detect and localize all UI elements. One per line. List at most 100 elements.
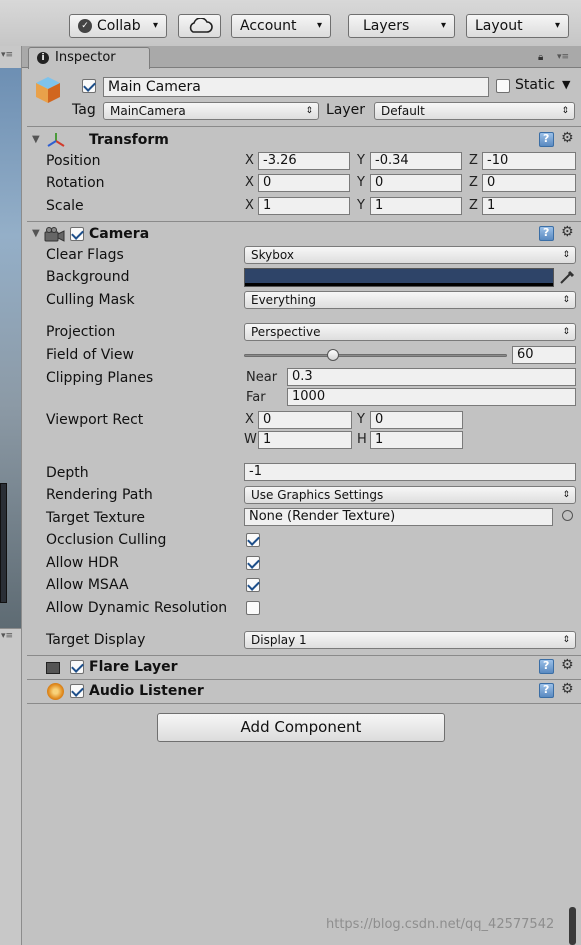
eyedropper-icon[interactable] [558, 268, 576, 286]
transform-title[interactable]: Transform [89, 132, 169, 148]
axis-x-label[interactable]: X [245, 175, 254, 190]
scale-x-field[interactable]: 1 [258, 197, 350, 215]
projection-dropdown[interactable]: Perspective ⇕ [244, 323, 576, 341]
axis-y-label[interactable]: Y [357, 198, 365, 213]
help-icon[interactable] [539, 659, 554, 674]
foldout-arrow-icon[interactable]: ▼ [32, 228, 40, 239]
axis-x-label[interactable]: X [245, 198, 254, 213]
panel-menu-icon[interactable]: ▾≡ [557, 52, 569, 62]
rotation-x-field[interactable]: 0 [258, 174, 350, 192]
axis-x-label[interactable]: X [245, 153, 254, 168]
alpha-bar [245, 283, 553, 286]
viewport-w-field[interactable]: 1 [258, 431, 352, 449]
static-checkbox[interactable] [496, 79, 510, 93]
gear-icon[interactable]: ⚙ [561, 224, 574, 240]
help-icon[interactable] [539, 132, 554, 147]
object-name-field[interactable]: Main Camera [103, 77, 489, 97]
fov-field[interactable]: 60 [512, 346, 576, 364]
far-label[interactable]: Far [246, 390, 266, 405]
culling-mask-value: Everything [251, 293, 316, 307]
fov-slider-track[interactable] [244, 354, 507, 357]
layout-label: Layout [475, 18, 523, 34]
culling-mask-dropdown[interactable]: Everything ⇕ [244, 291, 576, 309]
target-display-dropdown[interactable]: Display 1 ⇕ [244, 631, 576, 649]
gear-icon[interactable]: ⚙ [561, 681, 574, 697]
clear-flags-value: Skybox [251, 248, 294, 262]
caret-down-icon: ▾ [316, 20, 322, 31]
updown-icon: ⇕ [561, 106, 569, 116]
target-texture-label: Target Texture [46, 510, 146, 526]
tag-dropdown[interactable]: MainCamera ⇕ [103, 102, 319, 120]
help-icon[interactable] [539, 226, 554, 241]
tab-inspector[interactable]: i Inspector [28, 47, 150, 69]
object-picker-icon[interactable] [562, 510, 573, 521]
tag-value: MainCamera [110, 104, 186, 118]
position-label: Position [46, 153, 101, 169]
allow-msaa-checkbox[interactable] [246, 578, 260, 592]
add-component-button[interactable]: Add Component [157, 713, 445, 742]
allow-dynamic-resolution-checkbox[interactable] [246, 601, 260, 615]
account-dropdown[interactable]: Account ▾ [231, 14, 331, 38]
axis-z-label[interactable]: Z [469, 198, 478, 213]
target-display-label: Target Display [46, 632, 146, 648]
collab-button[interactable]: ✓ Collab ▾ [69, 14, 167, 38]
panel-menu-icon[interactable]: ▾≡ [1, 50, 13, 60]
viewport-x-field[interactable]: 0 [258, 411, 352, 429]
help-icon[interactable] [539, 683, 554, 698]
occlusion-culling-checkbox[interactable] [246, 533, 260, 547]
axis-z-label[interactable]: Z [469, 153, 478, 168]
scale-z-field[interactable]: 1 [482, 197, 576, 215]
position-z-field[interactable]: -10 [482, 152, 576, 170]
lock-icon[interactable]: 🔒︎ [538, 52, 543, 63]
active-checkbox[interactable] [82, 79, 96, 93]
updown-icon: ⇕ [562, 327, 570, 337]
caret-down-icon: ▾ [554, 20, 560, 31]
scrollbar[interactable] [569, 907, 576, 945]
foldout-arrow-icon[interactable]: ▼ [32, 134, 40, 145]
static-dropdown-icon[interactable]: ▼ [562, 78, 570, 91]
vp-w-label[interactable]: W [244, 432, 257, 447]
layer-dropdown[interactable]: Default ⇕ [374, 102, 575, 120]
depth-field[interactable]: -1 [244, 463, 576, 481]
target-texture-field[interactable]: None (Render Texture) [244, 508, 553, 526]
position-y-field[interactable]: -0.34 [370, 152, 462, 170]
target-display-value: Display 1 [251, 633, 307, 647]
rendering-path-dropdown[interactable]: Use Graphics Settings ⇕ [244, 486, 576, 504]
gameobject-cube-icon [36, 77, 60, 103]
clear-flags-dropdown[interactable]: Skybox ⇕ [244, 246, 576, 264]
gear-icon[interactable]: ⚙ [561, 130, 574, 146]
flare-layer-title[interactable]: Flare Layer [89, 659, 178, 675]
divider [27, 221, 581, 222]
axis-z-label[interactable]: Z [469, 175, 478, 190]
near-field[interactable]: 0.3 [287, 368, 576, 386]
background-color-field[interactable] [244, 268, 554, 287]
axis-y-label[interactable]: Y [357, 153, 365, 168]
audio-listener-checkbox[interactable] [70, 684, 84, 698]
far-field[interactable]: 1000 [287, 388, 576, 406]
fov-label: Field of View [46, 347, 134, 363]
vp-x-label[interactable]: X [245, 412, 254, 427]
near-label[interactable]: Near [246, 370, 277, 385]
cloud-button[interactable] [178, 14, 221, 38]
camera-title[interactable]: Camera [89, 226, 149, 242]
viewport-h-field[interactable]: 1 [370, 431, 463, 449]
gear-icon[interactable]: ⚙ [561, 657, 574, 673]
updown-icon: ⇕ [305, 106, 313, 116]
flare-layer-icon [46, 662, 60, 674]
scale-y-field[interactable]: 1 [370, 197, 462, 215]
panel-menu-icon[interactable]: ▾≡ [1, 631, 13, 641]
vp-y-label[interactable]: Y [357, 412, 365, 427]
rotation-z-field[interactable]: 0 [482, 174, 576, 192]
rotation-y-field[interactable]: 0 [370, 174, 462, 192]
layout-dropdown[interactable]: Layout ▾ [466, 14, 569, 38]
flare-layer-checkbox[interactable] [70, 660, 84, 674]
allow-hdr-label: Allow HDR [46, 555, 119, 571]
axis-y-label[interactable]: Y [357, 175, 365, 190]
layers-dropdown[interactable]: Layers ▾ [348, 14, 455, 38]
position-x-field[interactable]: -3.26 [258, 152, 350, 170]
viewport-y-field[interactable]: 0 [370, 411, 463, 429]
camera-enabled-checkbox[interactable] [70, 227, 84, 241]
audio-listener-title[interactable]: Audio Listener [89, 683, 204, 699]
vp-h-label[interactable]: H [357, 432, 367, 447]
allow-hdr-checkbox[interactable] [246, 556, 260, 570]
